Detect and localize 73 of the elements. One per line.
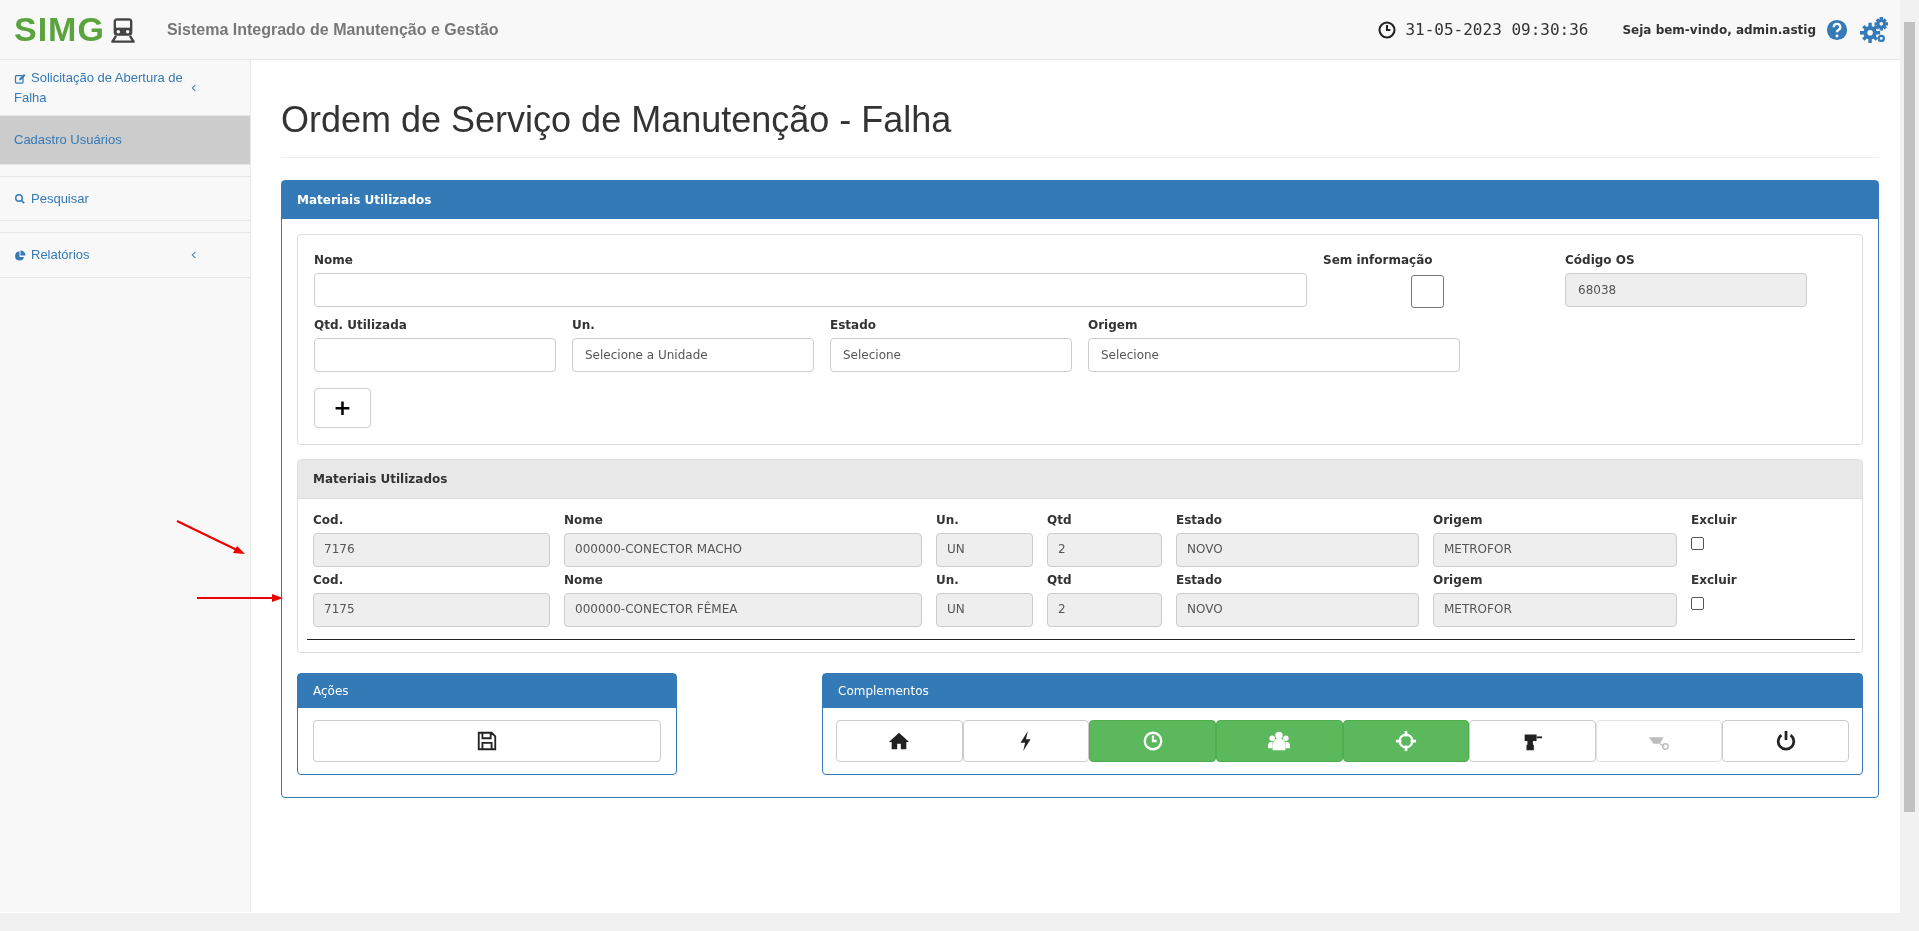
panel-header: Ações [298, 674, 676, 709]
column-label: Qtd [1047, 512, 1073, 530]
input-field[interactable] [314, 273, 1307, 308]
system-title: Sistema Integrado de Manutenção e Gestão [166, 19, 499, 40]
input-field: 000000-CONECTOR MACHO [564, 533, 922, 568]
field-label: Sem informação [1323, 252, 1434, 270]
input-field: 2 [1047, 593, 1162, 628]
sidebar-item[interactable]: Relatórios [0, 233, 250, 278]
column-label: Estado [1176, 512, 1223, 530]
toolbar-button[interactable] [1469, 720, 1596, 763]
edit-icon [14, 72, 26, 85]
panel-header: Materiais Utilizados [282, 181, 1878, 220]
toolbar-button[interactable] [836, 720, 963, 763]
page-title: Ordem de Serviço de Manutenção - Falha [281, 98, 1879, 159]
scrollbar[interactable] [1900, 0, 1919, 913]
field-label: Estado [830, 317, 877, 335]
help-icon[interactable] [1826, 18, 1848, 41]
input-field: METROFOR [1433, 593, 1677, 628]
chevron-icon [189, 82, 199, 93]
checkbox[interactable] [1691, 537, 1704, 551]
toolbar-button[interactable] [1722, 720, 1849, 763]
checkbox[interactable] [1691, 597, 1704, 611]
checkbox[interactable] [1411, 275, 1444, 309]
save-button[interactable] [313, 720, 661, 763]
input-field: NOVO [1176, 533, 1419, 568]
panel-header: Complementos [823, 674, 1862, 709]
column-label: Un. [936, 512, 960, 530]
add-button[interactable]: + [314, 388, 371, 429]
column-label: Qtd [1047, 572, 1073, 590]
train-icon [108, 15, 137, 44]
dropdown-field[interactable]: Selecione a Unidade [572, 338, 814, 373]
field-label: Código OS [1565, 252, 1636, 270]
input-field: UN [936, 533, 1033, 568]
power-icon [1774, 730, 1797, 753]
section-header: Materiais Utilizados [298, 460, 1862, 500]
pie-chart-icon [14, 249, 26, 262]
scrollbar[interactable] [0, 913, 1919, 931]
clock-icon [1141, 730, 1164, 753]
column-label: Excluir [1691, 572, 1738, 590]
sidebar-item[interactable]: Pesquisar [0, 176, 250, 221]
logo-text: SIMG [14, 9, 105, 50]
input-field: NOVO [1176, 593, 1419, 628]
column-label: Nome [564, 572, 604, 590]
users-icon [1268, 730, 1291, 753]
date-time: 31-05-2023 09:30:36 [1405, 18, 1589, 41]
search-icon [14, 193, 26, 206]
gears-icon[interactable] [1858, 15, 1890, 44]
input-field[interactable]: 68038 [1565, 273, 1807, 308]
dropdown-field[interactable]: Selecione [830, 338, 1072, 373]
input-field: 7176 [313, 533, 550, 568]
column-label: Cod. [313, 572, 345, 590]
input-field[interactable] [314, 338, 556, 373]
input-field: 7175 [313, 593, 550, 628]
input-field: 000000-CONECTOR FÊMEA [564, 593, 922, 628]
field-label: Qtd. Utilizada [314, 317, 408, 335]
input-field: UN [936, 593, 1033, 628]
input-field: 2 [1047, 533, 1162, 568]
input-field: METROFOR [1433, 533, 1677, 568]
field-label: Un. [572, 317, 596, 335]
field-label: Origem [1088, 317, 1139, 335]
crosshair-icon [1394, 730, 1417, 753]
dropdown-field[interactable]: Selecione [1088, 338, 1460, 373]
welcome-text: Seja bem-vindo, admin.astig [1622, 21, 1816, 39]
column-label: Nome [564, 512, 604, 530]
column-label: Cod. [313, 512, 345, 530]
column-label: Un. [936, 572, 960, 590]
clock-icon [1377, 19, 1398, 40]
chevron-icon [189, 249, 199, 260]
column-label: Origem [1433, 572, 1484, 590]
column-label: Excluir [1691, 512, 1738, 530]
column-label: Estado [1176, 572, 1223, 590]
field-label: Nome [314, 252, 354, 270]
column-label: Origem [1433, 512, 1484, 530]
